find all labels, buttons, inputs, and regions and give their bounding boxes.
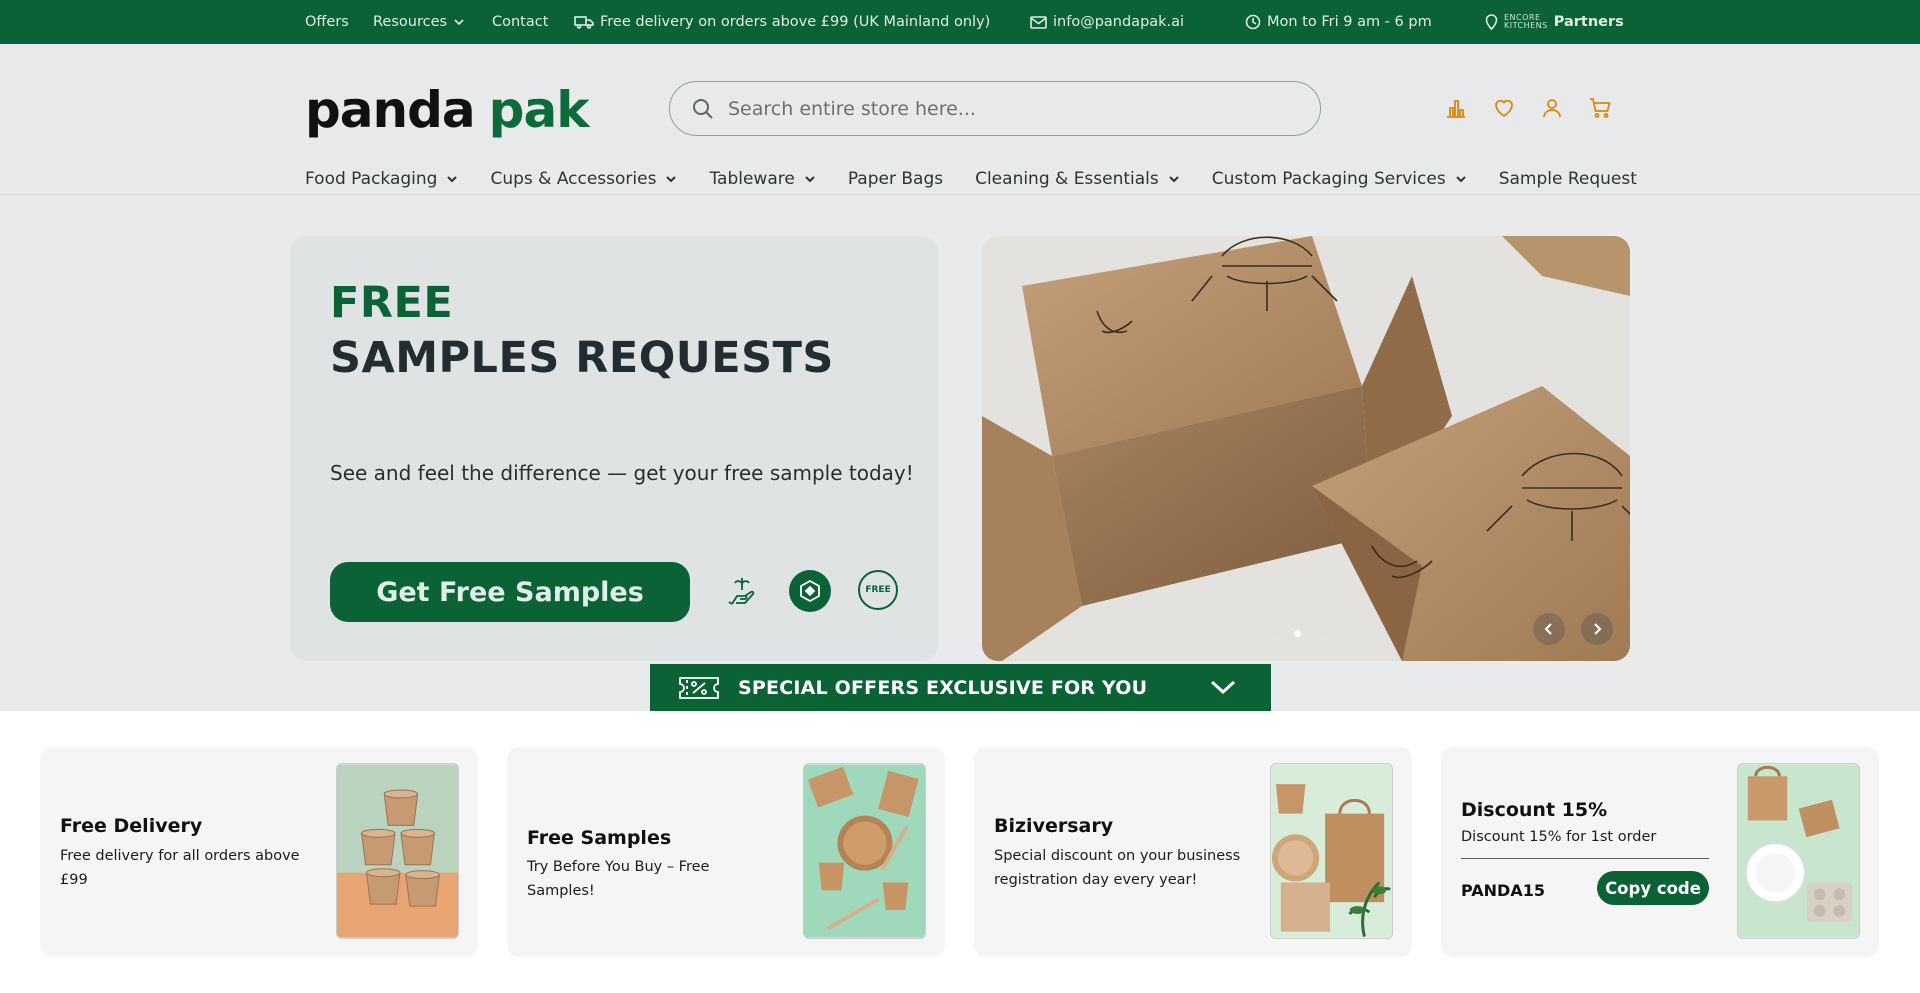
search-input[interactable]: [728, 97, 1288, 120]
slider-dot[interactable]: [1270, 630, 1277, 637]
cups-stack-image: [336, 763, 459, 939]
eco-tableware-image: [1737, 763, 1860, 939]
kraft-bags-image: [1270, 763, 1393, 939]
header-icons: [1444, 96, 1612, 120]
hero-title: SAMPLES REQUESTS: [330, 333, 834, 383]
nav-item-tableware[interactable]: Tableware: [709, 169, 815, 189]
mail-icon: [1030, 15, 1047, 29]
discount-code: PANDA15: [1461, 881, 1545, 900]
chevron-down-icon: [454, 19, 464, 26]
free-badge-icon: FREE: [858, 570, 898, 610]
truck-icon: [574, 16, 594, 29]
divider: [1461, 858, 1709, 859]
packaging-flatlay-image: [803, 763, 926, 939]
benefit-card-biziversary[interactable]: Biziversary Special discount on your bus…: [974, 747, 1412, 957]
hero-subtitle: See and feel the difference — get your f…: [330, 461, 914, 485]
delivery-info: Free delivery on orders above £99 (UK Ma…: [574, 0, 990, 44]
benefit-card-free-samples[interactable]: Free Samples Try Before You Buy – Free S…: [507, 747, 945, 957]
site-header: panda pak Food Packaging Cups & Accessor…: [0, 44, 1920, 195]
contact-link[interactable]: Contact: [492, 0, 548, 44]
search-icon[interactable]: [692, 98, 714, 120]
clock-icon: [1245, 14, 1261, 30]
nav-item-food-packaging[interactable]: Food Packaging: [305, 169, 458, 189]
cart-icon[interactable]: [1588, 96, 1612, 120]
chevron-down-icon: [447, 176, 458, 183]
panda-pak-logo[interactable]: panda pak: [305, 79, 589, 141]
benefits-section: Free Delivery Free delivery for all orde…: [0, 711, 1920, 993]
account-icon[interactable]: [1540, 96, 1564, 120]
slider-prev-button[interactable]: [1533, 613, 1565, 645]
chevron-down-icon: [666, 176, 677, 183]
slider-dot[interactable]: [1318, 630, 1325, 637]
slider-dots: [1270, 630, 1325, 637]
location-pin-icon: [1485, 14, 1498, 30]
search-box: [669, 81, 1321, 136]
wishlist-icon[interactable]: [1492, 96, 1516, 120]
email-link[interactable]: info@pandapak.ai: [1030, 0, 1184, 44]
nav-item-cleaning-essentials[interactable]: Cleaning & Essentials: [975, 169, 1180, 189]
top-bar: Offers Resources Contact Free delivery o…: [0, 0, 1920, 44]
offers-link[interactable]: Offers: [305, 0, 349, 44]
copy-code-button[interactable]: Copy code: [1597, 871, 1709, 905]
hero-promo-panel: FREE SAMPLES REQUESTS See and feel the d…: [290, 236, 938, 661]
compare-icon[interactable]: [1444, 96, 1468, 120]
chevron-down-icon: [1210, 680, 1236, 695]
partners-link[interactable]: ENCORE KITCHENS Partners: [1485, 0, 1624, 44]
coupon-percent-icon: [679, 676, 719, 699]
eco-box-icon: [789, 570, 831, 612]
nav-item-custom-packaging[interactable]: Custom Packaging Services: [1212, 169, 1467, 189]
hero-free-text: FREE: [330, 278, 454, 328]
chevron-right-icon: [1594, 623, 1602, 635]
benefit-card-discount[interactable]: Discount 15% Discount 15% for 1st order …: [1441, 747, 1879, 957]
special-offers-bar[interactable]: SPECIAL OFFERS EXCLUSIVE FOR YOU: [650, 664, 1271, 711]
get-free-samples-button[interactable]: Get Free Samples: [330, 562, 690, 622]
nav-item-paper-bags[interactable]: Paper Bags: [848, 169, 943, 189]
chevron-down-icon: [1455, 176, 1466, 183]
nav-item-cups-accessories[interactable]: Cups & Accessories: [490, 169, 677, 189]
hero-section: FREE SAMPLES REQUESTS See and feel the d…: [0, 196, 1920, 711]
chevron-left-icon: [1544, 623, 1552, 635]
slider-next-button[interactable]: [1581, 613, 1613, 645]
burger-box-image: [982, 236, 1630, 661]
plant-hand-icon: [724, 574, 760, 610]
hours-info: Mon to Fri 9 am - 6 pm: [1245, 0, 1432, 44]
nav-item-sample-request[interactable]: Sample Request: [1499, 169, 1637, 189]
chevron-down-icon: [805, 176, 815, 183]
hero-slider[interactable]: [982, 236, 1630, 661]
slider-dot-active[interactable]: [1294, 630, 1301, 637]
main-nav: Food Packaging Cups & Accessories Tablew…: [305, 164, 1669, 194]
encore-kitchens-logo: ENCORE KITCHENS: [1504, 13, 1548, 30]
chevron-down-icon: [1169, 176, 1179, 183]
resources-menu[interactable]: Resources: [373, 0, 465, 44]
benefit-card-free-delivery[interactable]: Free Delivery Free delivery for all orde…: [40, 747, 478, 957]
